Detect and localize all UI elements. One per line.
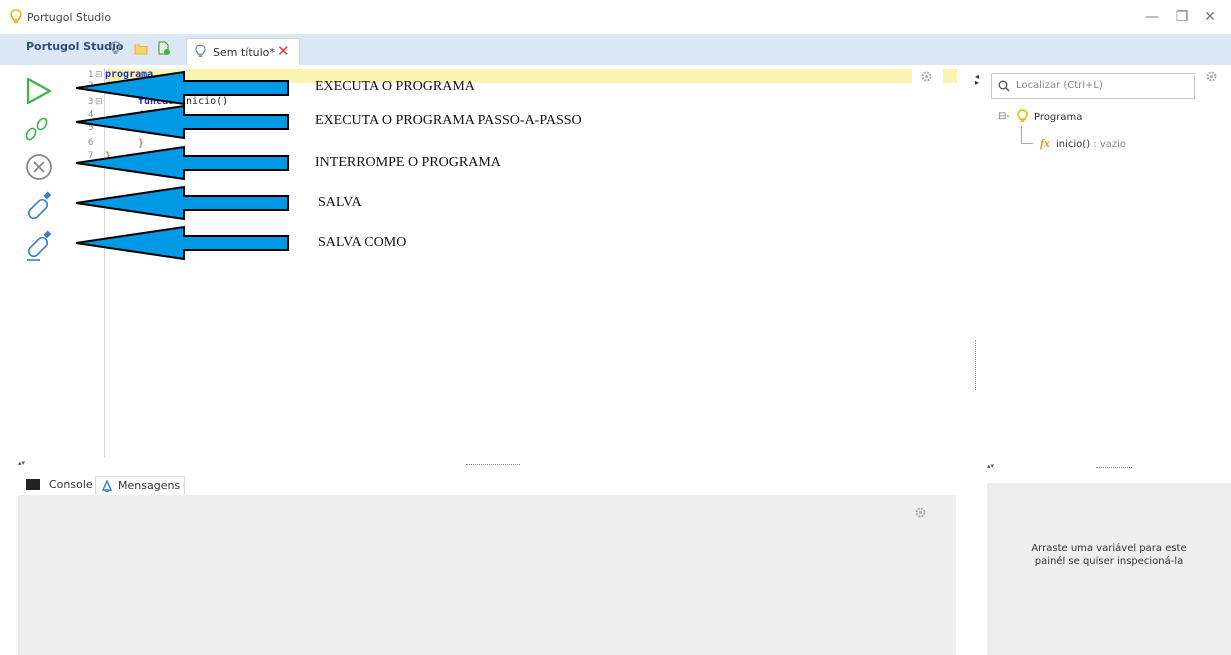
- step-run-icon[interactable]: [22, 110, 56, 144]
- lightbulb-icon: [110, 41, 121, 54]
- restore-button[interactable]: ❐: [1170, 6, 1194, 28]
- inspector-hint: Arraste uma variável para este painél se…: [987, 542, 1231, 568]
- horizontal-splitter[interactable]: [1096, 467, 1132, 468]
- search-icon: [998, 80, 1010, 92]
- vertical-splitter[interactable]: [975, 340, 976, 390]
- annotation-run: EXECUTA O PROGRAMA: [315, 79, 475, 94]
- title-bar: Portugol Studio — ❐ ✕: [0, 0, 1231, 34]
- minimize-button[interactable]: —: [1140, 6, 1164, 28]
- annotation-arrows: [75, 70, 289, 260]
- arrow-stop: [75, 145, 289, 181]
- save-as-icon[interactable]: [22, 230, 56, 264]
- inspector-hint-line2: painél se quiser inspecioná-la: [1034, 556, 1184, 567]
- inspector-hint-line1: Arraste uma variável para este: [1031, 543, 1187, 554]
- terminal-icon: [26, 479, 40, 490]
- tab-sem-titulo[interactable]: Sem título* ✕: [186, 38, 300, 65]
- arrow-run: [75, 70, 289, 106]
- search-input[interactable]: Localizar (Ctrl+L): [991, 73, 1195, 99]
- panel-resize-arrows[interactable]: ▴▾: [987, 462, 994, 470]
- tree-connector: [1021, 126, 1033, 144]
- annotation-step: EXECUTA O PROGRAMA PASSO-A-PASSO: [315, 113, 582, 128]
- annotation-stop: INTERROMPE O PROGRAMA: [315, 155, 501, 170]
- tree-item-programa[interactable]: Programa: [1034, 112, 1082, 123]
- lightbulb-icon: [10, 9, 22, 23]
- function-return-type: : vazio: [1090, 139, 1127, 150]
- tree-item-inicio[interactable]: inicio() : vazio: [1056, 139, 1126, 150]
- open-folder-icon[interactable]: [134, 43, 148, 55]
- tab-mensagens-label: Mensagens: [118, 479, 181, 492]
- stop-icon[interactable]: [22, 150, 56, 184]
- gear-icon[interactable]: [914, 506, 927, 519]
- tab-label: Sem título*: [213, 46, 275, 59]
- save-icon[interactable]: [22, 190, 56, 224]
- lightbulb-icon: [1017, 109, 1028, 122]
- tab-console-label: Console: [49, 478, 93, 491]
- function-icon: fx: [1040, 136, 1050, 150]
- tab-home[interactable]: Portugol Studio: [26, 40, 123, 53]
- tab-mensagens[interactable]: Mensagens: [95, 476, 185, 496]
- collapse-panel-handle[interactable]: ◂ ▸: [975, 73, 979, 87]
- panel-resize-arrows[interactable]: ▴▾: [18, 459, 25, 467]
- tab-strip: Portugol Studio Sem título* ✕: [0, 34, 1231, 65]
- run-icon[interactable]: [22, 74, 56, 108]
- search-placeholder: Localizar (Ctrl+L): [1016, 80, 1103, 91]
- inspector-panel[interactable]: [987, 483, 1231, 655]
- close-tab-icon[interactable]: ✕: [277, 42, 290, 60]
- annotation-save-as: SALVA COMO: [318, 235, 407, 250]
- arrow-save: [75, 185, 289, 221]
- annotation-save: SALVA: [318, 195, 362, 210]
- arrow-step: [75, 104, 289, 140]
- messages-panel: [18, 495, 956, 655]
- function-name: inicio(): [1056, 139, 1091, 150]
- window-title: Portugol Studio: [27, 11, 112, 24]
- tree-collapse-icon[interactable]: ⊟-: [998, 111, 1010, 122]
- horizontal-splitter[interactable]: [466, 464, 520, 465]
- close-button[interactable]: ✕: [1198, 6, 1222, 28]
- lightbulb-icon: [195, 44, 206, 57]
- new-file-icon[interactable]: [157, 41, 171, 56]
- arrow-save-as: [75, 225, 289, 260]
- gear-icon[interactable]: [1205, 70, 1218, 83]
- bell-icon: [101, 480, 113, 493]
